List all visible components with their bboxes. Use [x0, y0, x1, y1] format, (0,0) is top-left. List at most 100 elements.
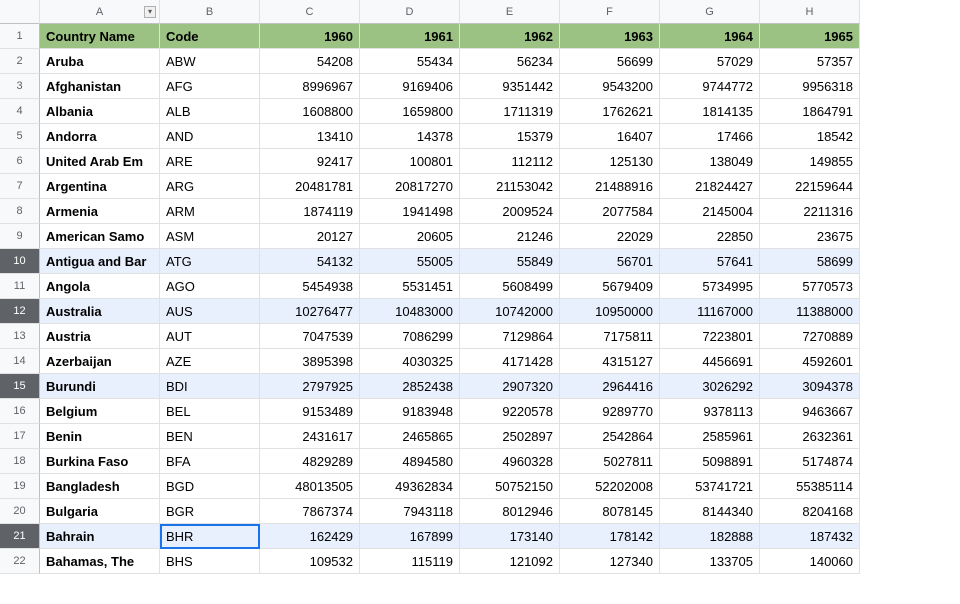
column-header-A[interactable]: A▾ [40, 0, 160, 24]
row-header[interactable]: 12 [0, 299, 40, 324]
cell-value[interactable]: 9744772 [660, 74, 760, 99]
cell-value[interactable]: 55434 [360, 49, 460, 74]
cell-country[interactable]: Antigua and Bar [40, 249, 160, 274]
cell-value[interactable]: 178142 [560, 524, 660, 549]
cell-value[interactable]: 9220578 [460, 399, 560, 424]
cell-value[interactable]: 8144340 [660, 499, 760, 524]
cell-value[interactable]: 8204168 [760, 499, 860, 524]
column-header-H[interactable]: H [760, 0, 860, 24]
row-header[interactable]: 1 [0, 24, 40, 49]
cell-value[interactable]: 5734995 [660, 274, 760, 299]
cell-value[interactable]: 5531451 [360, 274, 460, 299]
cell-value[interactable]: 2077584 [560, 199, 660, 224]
cell-value[interactable]: 9956318 [760, 74, 860, 99]
cell-value[interactable]: 15379 [460, 124, 560, 149]
cell-code[interactable]: BEL [160, 399, 260, 424]
cell-value[interactable]: 138049 [660, 149, 760, 174]
cell-value[interactable]: 7129864 [460, 324, 560, 349]
cell-value[interactable]: 9153489 [260, 399, 360, 424]
cell-code[interactable]: BGR [160, 499, 260, 524]
cell-value[interactable]: 21824427 [660, 174, 760, 199]
row-header[interactable]: 10 [0, 249, 40, 274]
cell-value[interactable]: 7867374 [260, 499, 360, 524]
cell-value[interactable]: 4960328 [460, 449, 560, 474]
cell-value[interactable]: 8012946 [460, 499, 560, 524]
cell-value[interactable]: 1864791 [760, 99, 860, 124]
cell-value[interactable]: 5174874 [760, 449, 860, 474]
cell-value[interactable]: 18542 [760, 124, 860, 149]
cell-country[interactable]: Bangladesh [40, 474, 160, 499]
cell-value[interactable]: 162429 [260, 524, 360, 549]
column-dropdown-icon[interactable]: ▾ [144, 6, 156, 18]
row-header[interactable]: 4 [0, 99, 40, 124]
row-header[interactable]: 5 [0, 124, 40, 149]
header-country[interactable]: Country Name [40, 24, 160, 49]
cell-code[interactable]: BDI [160, 374, 260, 399]
row-header[interactable]: 11 [0, 274, 40, 299]
cell-value[interactable]: 7270889 [760, 324, 860, 349]
cell-value[interactable]: 2009524 [460, 199, 560, 224]
cell-country[interactable]: Albania [40, 99, 160, 124]
cell-value[interactable]: 7943118 [360, 499, 460, 524]
cell-code[interactable]: ARM [160, 199, 260, 224]
header-year[interactable]: 1962 [460, 24, 560, 49]
cell-value[interactable]: 20127 [260, 224, 360, 249]
cell-value[interactable]: 4592601 [760, 349, 860, 374]
cell-value[interactable]: 187432 [760, 524, 860, 549]
cell-value[interactable]: 9351442 [460, 74, 560, 99]
cell-value[interactable]: 1711319 [460, 99, 560, 124]
cell-value[interactable]: 20605 [360, 224, 460, 249]
cell-value[interactable]: 57641 [660, 249, 760, 274]
cell-value[interactable]: 5027811 [560, 449, 660, 474]
column-header-G[interactable]: G [660, 0, 760, 24]
row-header[interactable]: 14 [0, 349, 40, 374]
cell-value[interactable]: 173140 [460, 524, 560, 549]
cell-country[interactable]: Australia [40, 299, 160, 324]
cell-value[interactable]: 21246 [460, 224, 560, 249]
cell-value[interactable]: 2964416 [560, 374, 660, 399]
cell-country[interactable]: Bahamas, The [40, 549, 160, 574]
cell-value[interactable]: 10276477 [260, 299, 360, 324]
cell-country[interactable]: Austria [40, 324, 160, 349]
cell-value[interactable]: 2632361 [760, 424, 860, 449]
cell-country[interactable]: Angola [40, 274, 160, 299]
cell-code[interactable]: AND [160, 124, 260, 149]
cell-value[interactable]: 9169406 [360, 74, 460, 99]
cell-value[interactable]: 57357 [760, 49, 860, 74]
cell-value[interactable]: 55849 [460, 249, 560, 274]
cell-value[interactable]: 1608800 [260, 99, 360, 124]
column-header-C[interactable]: C [260, 0, 360, 24]
cell-code[interactable]: BEN [160, 424, 260, 449]
cell-code[interactable]: BFA [160, 449, 260, 474]
cell-value[interactable]: 115119 [360, 549, 460, 574]
cell-value[interactable]: 100801 [360, 149, 460, 174]
cell-value[interactable]: 50752150 [460, 474, 560, 499]
cell-value[interactable]: 17466 [660, 124, 760, 149]
cell-value[interactable]: 52202008 [560, 474, 660, 499]
cell-value[interactable]: 7175811 [560, 324, 660, 349]
cell-value[interactable]: 10742000 [460, 299, 560, 324]
cell-value[interactable]: 2797925 [260, 374, 360, 399]
cell-value[interactable]: 2211316 [760, 199, 860, 224]
cell-value[interactable]: 2465865 [360, 424, 460, 449]
cell-value[interactable]: 55385114 [760, 474, 860, 499]
cell-value[interactable]: 16407 [560, 124, 660, 149]
cell-value[interactable]: 5770573 [760, 274, 860, 299]
row-header[interactable]: 18 [0, 449, 40, 474]
cell-value[interactable]: 125130 [560, 149, 660, 174]
cell-value[interactable]: 20481781 [260, 174, 360, 199]
cell-country[interactable]: Aruba [40, 49, 160, 74]
cell-value[interactable]: 167899 [360, 524, 460, 549]
row-header[interactable]: 21 [0, 524, 40, 549]
cell-value[interactable]: 14378 [360, 124, 460, 149]
header-year[interactable]: 1965 [760, 24, 860, 49]
header-year[interactable]: 1960 [260, 24, 360, 49]
cell-value[interactable]: 9183948 [360, 399, 460, 424]
cell-country[interactable]: Armenia [40, 199, 160, 224]
cell-country[interactable]: Belgium [40, 399, 160, 424]
cell-code[interactable]: BHS [160, 549, 260, 574]
cell-value[interactable]: 1814135 [660, 99, 760, 124]
cell-value[interactable]: 9289770 [560, 399, 660, 424]
cell-value[interactable]: 49362834 [360, 474, 460, 499]
column-header-D[interactable]: D [360, 0, 460, 24]
